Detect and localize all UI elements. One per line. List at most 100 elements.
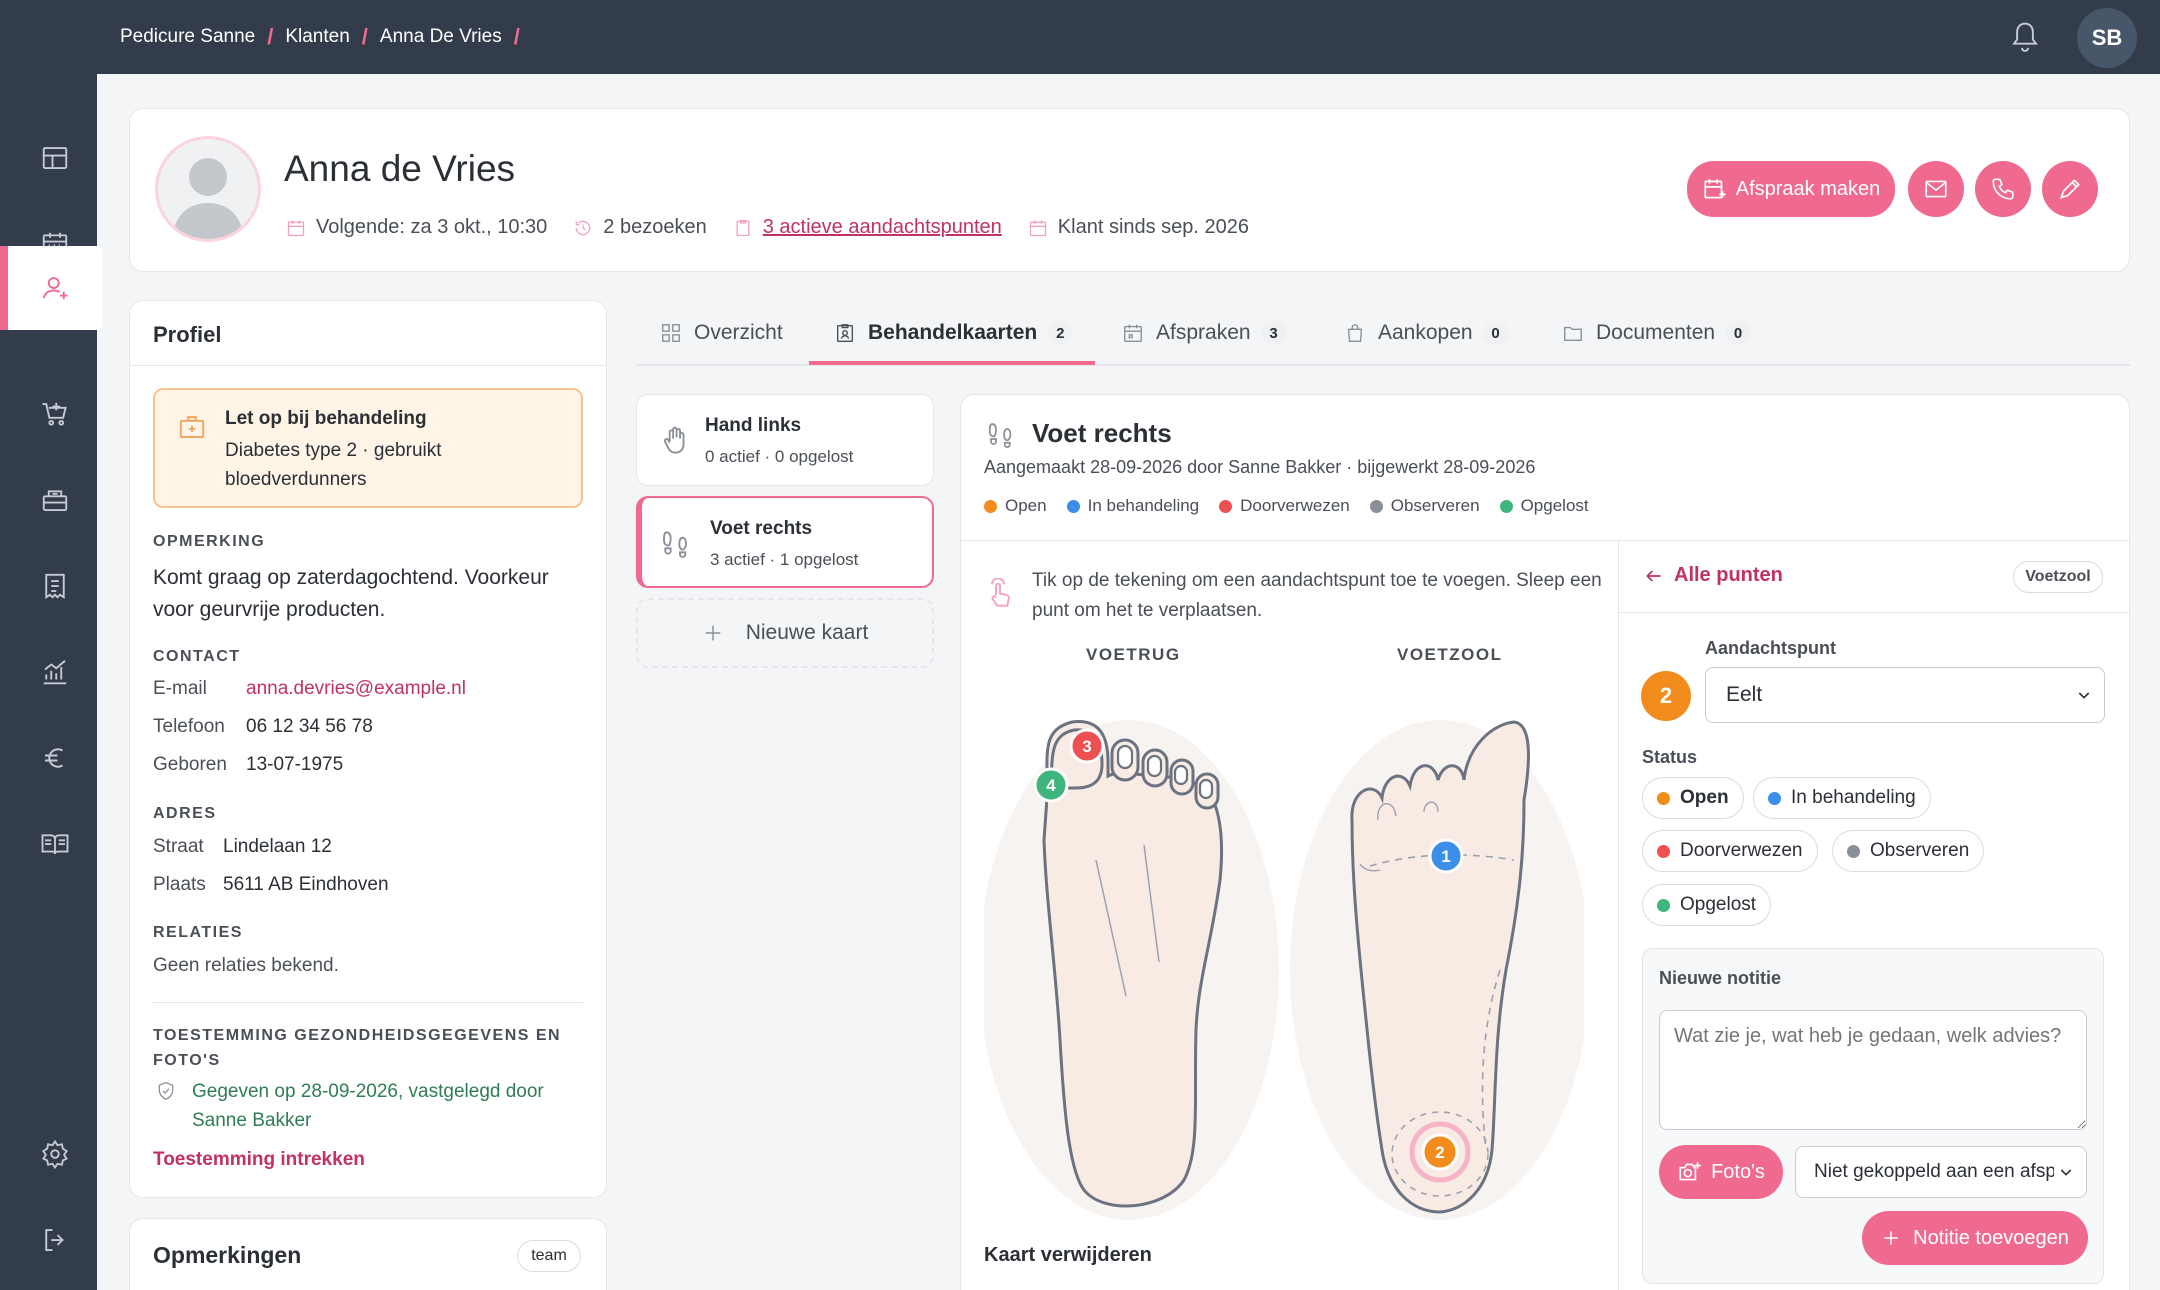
- bag-icon: [1347, 324, 1363, 342]
- nav-settings[interactable]: [8, 1112, 102, 1196]
- arrow-left-icon: [1646, 569, 1661, 582]
- marker-3[interactable]: 3: [1069, 728, 1105, 764]
- point-select[interactable]: Eelt: [1705, 667, 2105, 723]
- point-select-value: Eelt: [1726, 683, 1763, 706]
- tab-count: 0: [1482, 321, 1509, 345]
- nav-manual[interactable]: [8, 802, 102, 886]
- calendar-plus-icon: [1704, 179, 1726, 199]
- layout-icon: [42, 147, 68, 169]
- delete-map-button[interactable]: Kaart verwijderen: [984, 1244, 1152, 1267]
- map-card-hand-left[interactable]: Hand links 0 actief · 0 opgelost: [636, 394, 934, 486]
- tab-count: 0: [1725, 321, 1752, 345]
- status-chip-referred[interactable]: Doorverwezen: [1642, 830, 1818, 872]
- divider: [153, 1002, 583, 1003]
- make-appointment-label: Afspraak maken: [1735, 177, 1881, 200]
- back-all-points-button[interactable]: Alle punten: [1644, 564, 1783, 587]
- map-name: Hand links: [705, 415, 802, 436]
- nav-dashboard[interactable]: [8, 116, 102, 200]
- user-avatar[interactable]: SB: [2077, 8, 2137, 68]
- clipboard-user-icon: [836, 324, 854, 342]
- point-label: Aandachtspunt: [1705, 638, 1837, 658]
- legend-dot: [984, 499, 997, 513]
- hand-icon: [664, 426, 685, 454]
- note-textarea[interactable]: [1659, 1010, 2087, 1130]
- tab-overview[interactable]: Overzicht: [660, 300, 783, 366]
- legend-dot: [1219, 499, 1233, 513]
- email-link[interactable]: anna.devries@example.nl: [246, 678, 466, 700]
- legend-label: Opgelost: [1520, 496, 1589, 515]
- map-card-foot-right[interactable]: Voet rechts 3 actief · 1 opgelost: [636, 496, 934, 588]
- street-label: Straat: [153, 836, 204, 857]
- tab-documents[interactable]: Documenten 0: [1562, 300, 1752, 366]
- nav-shop[interactable]: [8, 372, 102, 456]
- footprints-icon: [663, 531, 687, 558]
- phone-icon: [1992, 178, 2014, 200]
- consent-text: Gegeven op 28-09-2026, vastgelegd door S…: [192, 1081, 544, 1131]
- divider: [1619, 612, 2129, 613]
- legend-label: Open: [1005, 496, 1047, 515]
- revoke-consent-link[interactable]: Toestemming intrekken: [153, 1149, 365, 1171]
- tab-appointments[interactable]: Afspraken 3: [1122, 300, 1287, 366]
- foot-drawing[interactable]: 3 4 1 2: [984, 680, 1584, 1240]
- tab-label: Behandelkaarten: [868, 321, 1038, 344]
- mail-icon: [1925, 180, 1947, 198]
- new-map-label: Nieuwe kaart: [745, 621, 869, 644]
- status-chip-in-treatment[interactable]: In behandeling: [1753, 777, 1931, 819]
- attention-points-link[interactable]: 3 actieve aandachtspunten: [763, 216, 1002, 239]
- map-hint: Tik op de tekening om een aandachtspunt …: [1032, 570, 1602, 621]
- status-chip-resolved[interactable]: Opgelost: [1642, 884, 1772, 926]
- tab-treatment-maps[interactable]: Behandelkaarten 2: [834, 300, 1074, 366]
- remark-text: Komt graag op zaterdagochtend. Voorkeur …: [153, 566, 549, 621]
- tab-count: 3: [1260, 321, 1287, 345]
- status-chip-open[interactable]: Open: [1642, 777, 1744, 819]
- add-note-button[interactable]: Notitie toevoegen: [1862, 1211, 2088, 1265]
- edit-button[interactable]: [2042, 161, 2098, 217]
- tab-label: Overzicht: [694, 321, 783, 344]
- marker-number: 2: [1435, 1143, 1444, 1162]
- warning-text: Diabetes type 2 · gebruikt bloedverdunne…: [225, 440, 442, 490]
- city-value: 5611 AB Eindhoven: [223, 874, 389, 895]
- sidebar: [0, 74, 102, 1290]
- status-dot: [1657, 898, 1670, 912]
- legend-label: In behandeling: [1087, 496, 1200, 515]
- call-button[interactable]: [1975, 161, 2031, 217]
- nav-finance[interactable]: [8, 716, 102, 800]
- breadcrumb-item[interactable]: Pedicure Sanne: [120, 26, 255, 48]
- plantar-label: VOETZOOL: [1397, 645, 1503, 664]
- nav-register[interactable]: [8, 458, 102, 542]
- nav-clients[interactable]: [0, 246, 102, 330]
- chevron-down-icon: [2078, 692, 2090, 699]
- map-meta: Aangemaakt 28-09-2026 door Sanne Bakker …: [984, 457, 1536, 477]
- status-label: Status: [1642, 747, 1698, 767]
- breadcrumb-item[interactable]: Anna De Vries: [380, 26, 502, 48]
- make-appointment-button[interactable]: Afspraak maken: [1687, 161, 1895, 217]
- photos-button[interactable]: Foto's: [1659, 1145, 1783, 1199]
- breadcrumb-item[interactable]: Klanten: [285, 26, 349, 48]
- tab-label: Afspraken: [1156, 321, 1251, 344]
- new-map-button[interactable]: Nieuwe kaart: [636, 598, 934, 668]
- map-name: Voet rechts: [710, 518, 813, 539]
- street-value: Lindelaan 12: [223, 836, 332, 857]
- born-value: 13-07-1975: [246, 754, 344, 775]
- status-dot: [1657, 791, 1670, 805]
- grid-icon: [662, 324, 680, 342]
- divider: [961, 540, 2129, 541]
- breadcrumb: Pedicure Sanne / Klanten / Anna De Vries /: [120, 24, 520, 49]
- nav-invoices[interactable]: [8, 544, 102, 628]
- bell-icon[interactable]: [2010, 20, 2040, 54]
- appointment-link-select[interactable]: Niet gekoppeld aan een afspraak: [1795, 1146, 2087, 1198]
- receipt-icon: [45, 573, 65, 600]
- euro-icon: [45, 748, 64, 768]
- client-photo[interactable]: [155, 136, 261, 242]
- nav-reports[interactable]: [8, 630, 102, 714]
- logout-icon: [45, 1229, 64, 1251]
- marker-4[interactable]: 4: [1033, 767, 1069, 803]
- marker-1[interactable]: 1: [1428, 838, 1464, 874]
- tab-purchases[interactable]: Aankopen 0: [1344, 300, 1509, 366]
- chart-icon: [43, 660, 67, 685]
- email-label: E-mail: [153, 678, 207, 699]
- email-button[interactable]: [1908, 161, 1964, 217]
- nav-logout[interactable]: [8, 1198, 102, 1282]
- status-chip-observe[interactable]: Observeren: [1832, 830, 1985, 872]
- warning-title: Let op bij behandeling: [225, 408, 427, 429]
